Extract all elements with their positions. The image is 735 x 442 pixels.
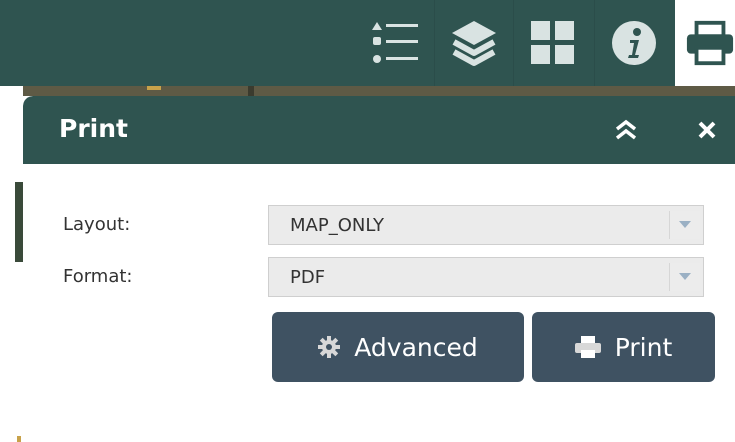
- about-tool-button[interactable]: [594, 0, 673, 86]
- advanced-button-label: Advanced: [354, 332, 478, 362]
- layout-select[interactable]: MAP_ONLY: [268, 205, 704, 245]
- print-button-label: Print: [614, 332, 673, 362]
- layout-select-value: MAP_ONLY: [290, 215, 384, 236]
- panel-header: Print: [23, 96, 735, 164]
- print-button[interactable]: Print: [532, 312, 715, 382]
- close-button[interactable]: [696, 119, 718, 141]
- print-tool-button[interactable]: [675, 0, 735, 86]
- layers-icon: [452, 21, 496, 66]
- info-icon: [612, 21, 656, 65]
- basemap-tool-button[interactable]: [513, 0, 592, 86]
- map-background: [0, 86, 735, 96]
- printer-icon: [574, 336, 601, 358]
- chevron-down-icon: [679, 273, 691, 280]
- double-chevron-up-icon: [615, 119, 637, 140]
- legend-tool-button[interactable]: [356, 0, 434, 86]
- printer-icon: [686, 20, 734, 66]
- map-edge: [0, 86, 23, 442]
- format-select-value: PDF: [290, 267, 326, 288]
- format-select[interactable]: PDF: [268, 257, 704, 297]
- gear-icon: [318, 336, 341, 358]
- layout-dropdown-arrow[interactable]: [669, 211, 700, 239]
- print-panel: Print Layout: MAP_ONLY Format: PDF Advan…: [23, 96, 735, 411]
- close-icon: [698, 121, 716, 139]
- collapse-button[interactable]: [613, 118, 639, 142]
- list-icon: [372, 22, 418, 63]
- chevron-down-icon: [679, 221, 691, 228]
- panel-title: Print: [59, 114, 128, 143]
- format-label: Format:: [63, 266, 133, 287]
- advanced-button[interactable]: Advanced: [272, 312, 524, 382]
- layout-label: Layout:: [63, 214, 131, 235]
- format-dropdown-arrow[interactable]: [669, 263, 700, 291]
- top-toolbar: [0, 0, 735, 86]
- grid-icon: [531, 21, 574, 64]
- layers-tool-button[interactable]: [434, 0, 513, 86]
